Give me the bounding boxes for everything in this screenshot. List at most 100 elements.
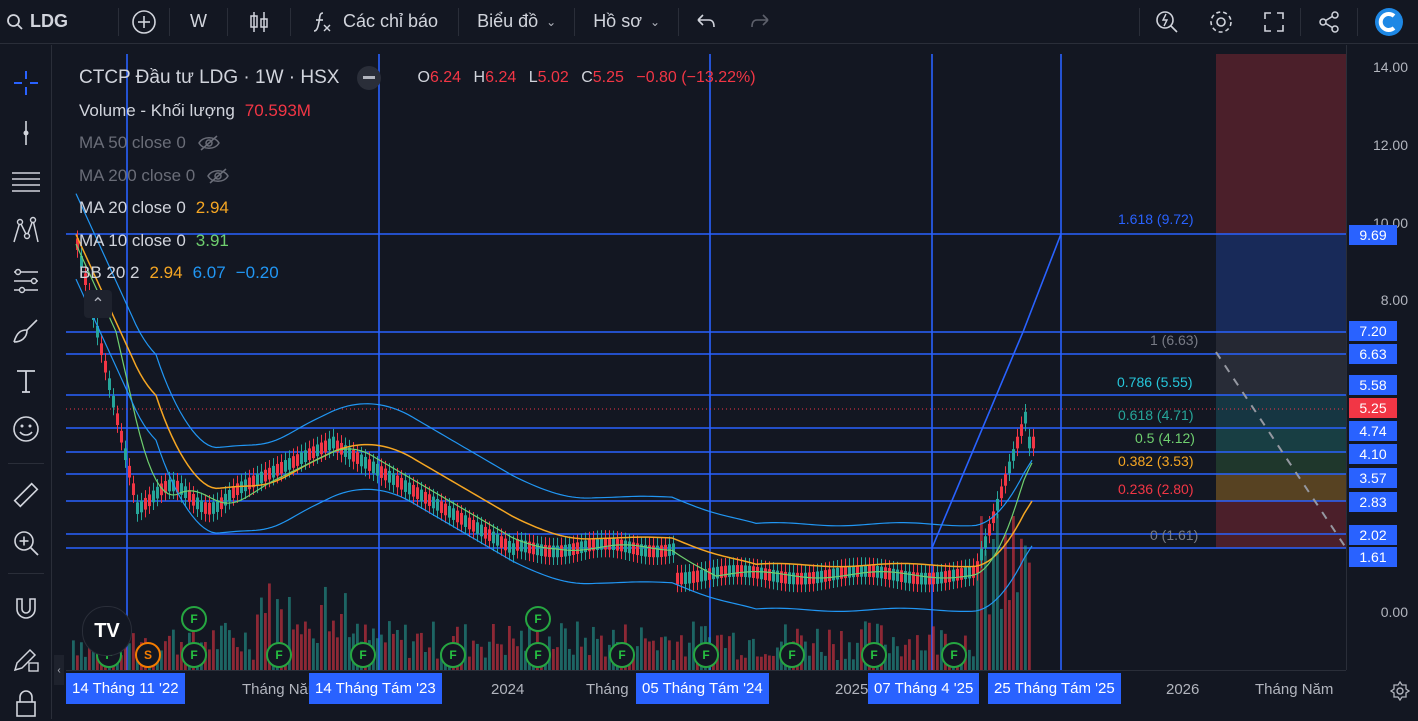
- volume-bar: [900, 656, 903, 670]
- candle-body: [820, 570, 823, 583]
- fib-zone: [1216, 395, 1346, 428]
- candle-body: [184, 486, 187, 499]
- event-marker[interactable]: F: [350, 642, 376, 668]
- interval-button[interactable]: W: [170, 0, 227, 44]
- redo-button[interactable]: [733, 0, 787, 44]
- fib-label-0236: 0.236 (2.80): [1118, 481, 1194, 497]
- legend-ma20-row[interactable]: MA 20 close 0 2.94: [79, 192, 764, 225]
- volume-bar: [376, 638, 379, 670]
- legend-collapse-toggle[interactable]: ⌃: [84, 290, 112, 318]
- volume-bar: [588, 655, 591, 670]
- candles-icon: [250, 11, 268, 32]
- tradingview-logo[interactable]: TV: [82, 606, 132, 656]
- eye-off-icon[interactable]: [207, 168, 230, 184]
- pattern-tool[interactable]: [8, 213, 44, 249]
- volume-bar: [172, 629, 175, 670]
- undo-button[interactable]: [679, 0, 733, 44]
- volume-bar: [384, 642, 387, 670]
- candle-body: [556, 545, 559, 558]
- candle-body: [676, 572, 679, 585]
- legend-ma200-row[interactable]: MA 200 close 0: [79, 160, 764, 193]
- event-marker[interactable]: F: [266, 642, 292, 668]
- ma10-label: MA 10 close 0: [79, 230, 186, 250]
- event-marker[interactable]: F: [861, 642, 887, 668]
- candle-body: [680, 572, 683, 585]
- sidebar-toggle[interactable]: ‹: [54, 655, 64, 685]
- legend-ma50-row[interactable]: MA 50 close 0: [79, 127, 764, 160]
- legend-volume-row[interactable]: Volume - Khối lượng 70.593M: [79, 95, 764, 128]
- ruler-icon: [13, 482, 39, 508]
- settings-button[interactable]: [1194, 0, 1248, 44]
- volume-bar: [892, 637, 895, 670]
- candle-body: [292, 456, 295, 468]
- volume-bar: [820, 651, 823, 670]
- chart-type-dropdown[interactable]: Biểu đồ ⌄: [459, 0, 574, 44]
- volume-bar: [312, 638, 315, 670]
- brush-tool[interactable]: [8, 313, 44, 349]
- candle-body: [316, 444, 319, 457]
- emoji-tool[interactable]: [8, 411, 44, 447]
- price-axis[interactable]: 14.00 12.00 10.00 8.00 0.00 9.69 7.20 6.…: [1346, 45, 1418, 670]
- indicators-label: Các chỉ báo: [343, 11, 439, 31]
- event-marker[interactable]: S: [135, 642, 161, 668]
- event-marker[interactable]: F: [609, 642, 635, 668]
- magnet-tool[interactable]: [8, 591, 44, 627]
- fib-label-0: 0 (1.61): [1150, 527, 1199, 543]
- candle-body: [652, 545, 655, 558]
- candle-body: [620, 539, 623, 552]
- profile-dropdown[interactable]: Hồ sơ ⌄: [575, 0, 678, 44]
- event-marker[interactable]: F: [941, 642, 967, 668]
- event-marker[interactable]: F: [525, 606, 551, 632]
- fib-tool[interactable]: [8, 163, 44, 199]
- candle-body: [124, 448, 127, 461]
- event-marker[interactable]: F: [525, 642, 551, 668]
- compare-button[interactable]: [119, 0, 169, 44]
- volume-bar: [76, 655, 79, 670]
- brand-logo[interactable]: [1358, 0, 1418, 44]
- candle-body: [120, 430, 123, 443]
- candle-body: [716, 566, 719, 579]
- text-tool[interactable]: [8, 363, 44, 399]
- volume-bar: [320, 605, 323, 670]
- legend-ma10-row[interactable]: MA 10 close 0 3.91: [79, 225, 764, 258]
- volume-bar: [552, 648, 555, 670]
- symbol-search[interactable]: LDG: [0, 0, 118, 44]
- event-marker[interactable]: F: [440, 642, 466, 668]
- volume-bar: [424, 651, 427, 670]
- crosshair-tool[interactable]: [8, 65, 44, 101]
- share-button[interactable]: [1301, 0, 1357, 44]
- measure-tool[interactable]: [8, 477, 44, 513]
- candle-body: [492, 531, 495, 544]
- redo-icon: [751, 13, 769, 27]
- event-marker[interactable]: F: [181, 606, 207, 632]
- candle-body: [824, 570, 827, 582]
- lock-drawing-tool[interactable]: [8, 641, 44, 677]
- trend-line-tool[interactable]: [8, 115, 44, 151]
- time-axis-label: 2025: [835, 681, 869, 698]
- legend-collapse-button[interactable]: [357, 66, 382, 91]
- volume-bar: [1000, 608, 1003, 670]
- legend-bb-row[interactable]: BB 20 2 2.94 6.07 −0.20: [79, 257, 764, 290]
- quick-search-button[interactable]: [1140, 0, 1194, 44]
- candle-body: [380, 466, 383, 478]
- gear-icon[interactable]: [1390, 681, 1410, 701]
- lock-tool[interactable]: [8, 685, 44, 721]
- prediction-tool[interactable]: [8, 263, 44, 299]
- chart-style-button[interactable]: [228, 0, 290, 44]
- pattern-icon: [13, 216, 39, 243]
- last-price-tag: 5.25: [1349, 398, 1397, 418]
- candle-body: [1024, 411, 1027, 424]
- indicators-button[interactable]: Các chỉ báo: [291, 0, 458, 44]
- zoom-tool[interactable]: [8, 525, 44, 561]
- fullscreen-button[interactable]: [1248, 0, 1300, 44]
- volume-bar: [176, 654, 179, 670]
- event-marker[interactable]: F: [693, 642, 719, 668]
- candle-body: [196, 497, 199, 510]
- volume-bar: [296, 624, 299, 670]
- eye-off-icon[interactable]: [197, 135, 220, 151]
- event-marker[interactable]: F: [181, 642, 207, 668]
- volume-bar: [248, 649, 251, 670]
- event-marker[interactable]: F: [779, 642, 805, 668]
- time-axis[interactable]: Tháng Năm 2024 Tháng 2025 2026 Tháng Năm…: [66, 670, 1410, 719]
- candle-body: [684, 572, 687, 584]
